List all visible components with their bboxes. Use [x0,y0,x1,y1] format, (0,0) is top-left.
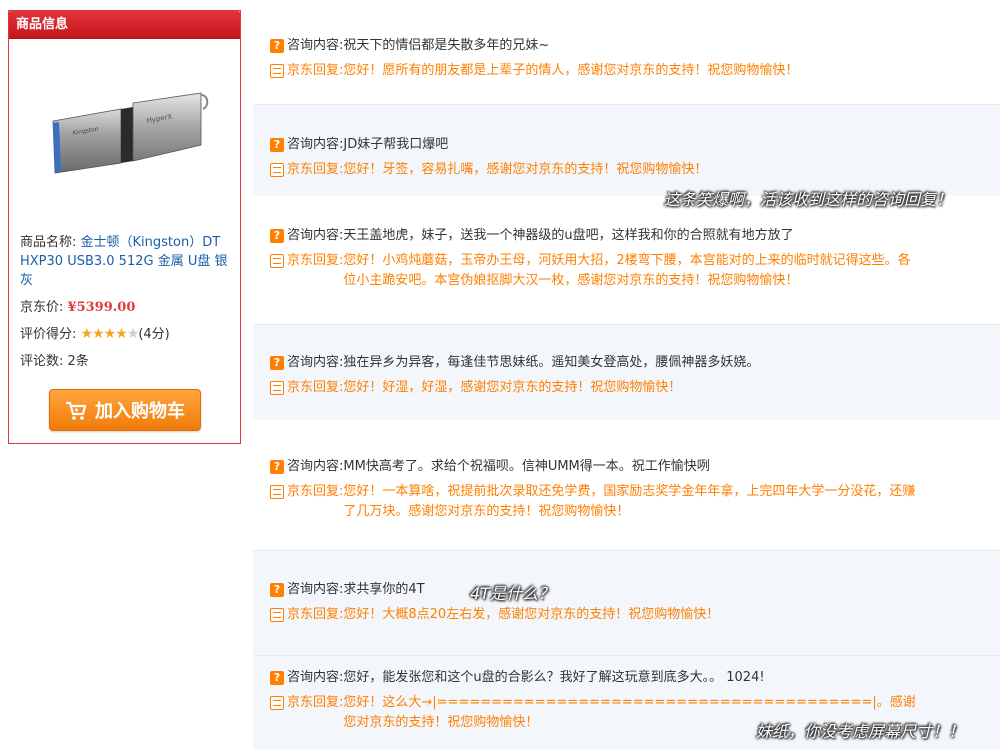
question-text: 您好，能发张您和这个u盘的合影么？我好了解这玩意到底多大。。 1024! [343,670,765,685]
product-name-label: 商品名称: [20,235,77,250]
question-icon: ? [270,39,284,53]
reply-line: 京东回复: 您好！牙签，容易扎嘴，感谢您对京东的支持！祝您购物愉快！ [270,160,1000,180]
question-label: 咨询内容: [287,459,344,474]
product-info-panel: 商品信息 Kingston HyperX 商品名称: 金士顿（Kingston）… [8,10,241,444]
question-icon: ? [270,583,284,597]
rating-score: (4分) [138,327,170,342]
question-line: ? 咨询内容: 祝天下的情侣都是失散多年的兄妹~ [270,36,1000,56]
reply-icon [270,254,284,268]
question-label: 咨询内容: [287,228,344,243]
reply-text: 您好！大概8点20左右发，感谢您对京东的支持！祝您购物愉快！ [343,607,720,622]
question-line: ? 咨询内容: 您好，能发张您和这个u盘的合影么？我好了解这玩意到底多大。。 102… [270,668,1000,688]
question-text: 独在异乡为异客，每逢佳节思妹纸。遥知美女登高处，腰佩神器多妖娆。 [343,355,760,370]
review-count-row: 评论数: 2条 [20,352,235,371]
reply-text: 您好！小鸡炖蘑菇，玉帝办王母，河妖用大招，2楼弯下腰，本宫能对的上来的临时就记得… [343,253,911,288]
rating-label: 评价得分: [20,327,77,342]
consultation-item: ? 咨询内容: 独在异乡为异客，每逢佳节思妹纸。遥知美女登高处，腰佩神器多妖娆。 京东… [253,324,1000,420]
star-empty-icon: ★ [126,326,140,342]
product-details: 商品名称: 金士顿（Kingston）DT HXP30 USB3.0 512G … [20,233,235,379]
question-line: ? 咨询内容: MM快高考了。求给个祝福呗。信神UMM得一本。祝工作愉快咧 [270,457,1000,477]
reply-icon [270,163,284,177]
product-image[interactable]: Kingston HyperX [51,83,209,183]
reply-text: 您好！愿所有的朋友都是上辈子的情人，感谢您对京东的支持！祝您购物愉快！ [343,63,799,78]
question-icon: ? [270,138,284,152]
question-icon: ? [270,460,284,474]
shopping-cart-icon [66,401,87,420]
reply-line: 京东回复: 您好！大概8点20左右发，感谢您对京东的支持！祝您购物愉快！ [270,605,1000,625]
reply-icon [270,608,284,622]
reply-label: 京东回复: [287,484,344,499]
price-label: 京东价: [20,300,64,315]
star-filled-icon: ★ [103,326,117,342]
product-name-row: 商品名称: 金士顿（Kingston）DT HXP30 USB3.0 512G … [20,233,235,290]
question-text: 求共享你的4T [343,582,425,597]
reply-label: 京东回复: [287,253,344,268]
reply-line: 京东回复: 您好！愿所有的朋友都是上辈子的情人，感谢您对京东的支持！祝您购物愉快！ [270,61,1000,81]
question-label: 咨询内容: [287,38,344,53]
question-line: ? 咨询内容: 求共享你的4T [270,580,1000,600]
consultation-item: ? 咨询内容: MM快高考了。求给个祝福呗。信神UMM得一本。祝工作愉快咧京东回复:… [253,420,1000,550]
star-filled-icon: ★ [92,326,105,342]
reply-line: 京东回复: 您好！一本算啥，祝提前批次录取还免学费，国家励志奖学金年年拿，上完四年… [270,482,1000,522]
question-label: 咨询内容: [287,670,344,685]
panel-title: 商品信息 [9,11,240,39]
add-to-cart-button[interactable]: 加入购物车 [49,389,201,431]
reply-label: 京东回复: [287,380,344,395]
caption-overlay-3: 妹纸，你没考虑屏幕尺寸！！ [756,722,965,741]
question-icon: ? [270,671,284,685]
price-row: 京东价: ¥5399.00 [20,298,235,317]
question-text: JD妹子帮我口爆吧 [343,137,449,152]
review-count-value[interactable]: 2条 [68,354,89,369]
add-to-cart-label: 加入购物车 [95,401,185,422]
question-text: 天王盖地虎，妹子，送我一个神器级的u盘吧，这样我和你的合照就有地方放了 [343,228,794,243]
question-text: 祝天下的情侣都是失散多年的兄妹~ [343,38,550,53]
question-label: 咨询内容: [287,582,344,597]
question-line: ? 咨询内容: 天王盖地虎，妹子，送我一个神器级的u盘吧，这样我和你的合照就有地方放… [270,226,1000,246]
question-label: 咨询内容: [287,137,344,152]
question-text: MM快高考了。求给个祝福呗。信神UMM得一本。祝工作愉快咧 [343,459,710,474]
consultation-item: ? 咨询内容: 求共享你的4T 京东回复: 您好！大概8点20左右发，感谢您对京东的支持… [253,550,1000,655]
star-filled-icon: ★ [80,326,94,342]
question-line: ? 咨询内容: JD妹子帮我口爆吧 [270,135,1000,155]
reply-line: 京东回复: 您好！好湿，好湿，感谢您对京东的支持！祝您购物愉快！ [270,378,1000,398]
question-label: 咨询内容: [287,355,344,370]
reply-label: 京东回复: [287,695,344,710]
star-filled-icon: ★ [115,326,128,342]
rating-row: 评价得分: ★★★★★(4分) [20,325,235,344]
review-count-label: 评论数: [20,354,64,369]
price-value: ¥5399.00 [67,300,136,315]
reply-label: 京东回复: [287,162,344,177]
consultation-item: ? 咨询内容: JD妹子帮我口爆吧 京东回复: 您好！牙签，容易扎嘴，感谢您对京东的支持… [253,104,1000,196]
reply-icon [270,381,284,395]
question-icon: ? [270,356,284,370]
consultation-item: ? 咨询内容: 天王盖地虎，妹子，送我一个神器级的u盘吧，这样我和你的合照就有地方放… [253,196,1000,324]
reply-label: 京东回复: [287,607,344,622]
reply-text: 您好！牙签，容易扎嘴，感谢您对京东的支持！祝您购物愉快！ [343,162,708,177]
reply-line: 京东回复: 您好！小鸡炖蘑菇，玉帝办王母，河妖用大招，2楼弯下腰，本宫能对的上来的… [270,251,1000,291]
question-icon: ? [270,229,284,243]
consultation-list: ? 咨询内容: 祝天下的情侣都是失散多年的兄妹~ 京东回复: 您好！愿所有的朋友都是上辈… [253,0,1000,750]
reply-text: 您好！一本算啥，祝提前批次录取还免学费，国家励志奖学金年年拿，上完四年大学一分没… [343,484,916,519]
reply-icon [270,485,284,499]
caption-overlay-1: 这条笑爆啊，活该收到这样的咨询回复！ [664,190,953,209]
reply-icon [270,696,284,710]
consultation-item: ? 咨询内容: 祝天下的情侣都是失散多年的兄妹~ 京东回复: 您好！愿所有的朋友都是上辈… [253,0,1000,104]
reply-icon [270,64,284,78]
question-line: ? 咨询内容: 独在异乡为异客，每逢佳节思妹纸。遥知美女登高处，腰佩神器多妖娆。 [270,353,1000,373]
rating-stars-icon: ★★★★★ [80,325,140,344]
caption-overlay-2: 4T是什么？ [470,584,554,603]
reply-text: 您好！好湿，好湿，感谢您对京东的支持！祝您购物愉快！ [343,380,682,395]
reply-label: 京东回复: [287,63,344,78]
page: 商品信息 Kingston HyperX 商品名称: 金士顿（Kingston）… [0,0,1000,750]
